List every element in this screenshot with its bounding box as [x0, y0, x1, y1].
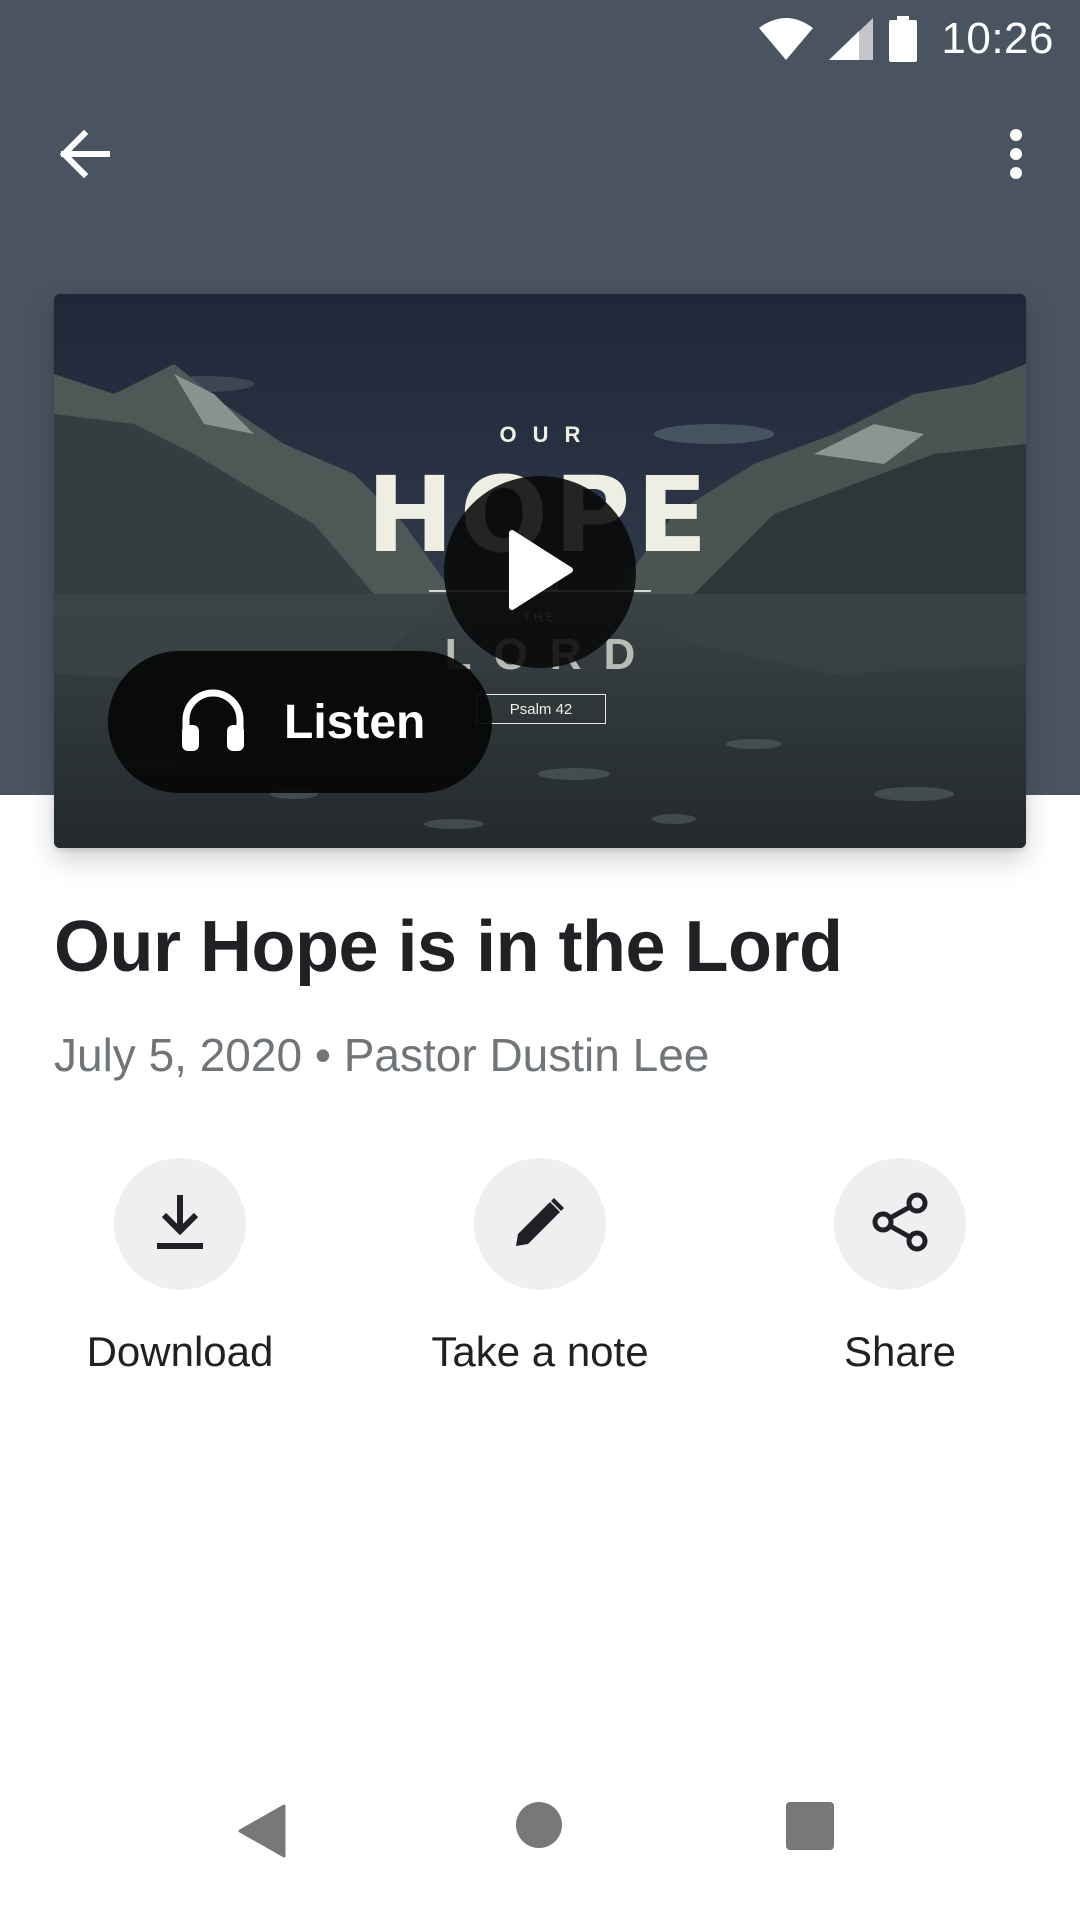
sermon-meta: July 5, 2020 • Pastor Dustin Lee: [54, 1029, 710, 1081]
system-nav-bar: [0, 1800, 1080, 1890]
play-icon: [506, 529, 574, 616]
take-note-button-circle[interactable]: [474, 1158, 606, 1290]
share-icon: [871, 1192, 929, 1257]
download-icon: [155, 1193, 205, 1256]
pencil-icon: [514, 1196, 566, 1253]
share-button[interactable]: Share: [750, 1158, 1050, 1376]
nav-back-triangle-icon: [238, 1804, 286, 1862]
share-label: Share: [843, 1328, 957, 1375]
more-options-button[interactable]: [992, 116, 1040, 196]
download-button-circle[interactable]: [114, 1158, 246, 1290]
headphones-icon: [180, 687, 246, 758]
share-button-circle[interactable]: [834, 1158, 966, 1290]
status-bar: 10:26: [0, 0, 1080, 78]
sermon-artwork[interactable]: OUR HOPE IS IN THE LORD Psalm 42 Listen: [54, 294, 1026, 848]
wifi-icon: [759, 18, 814, 60]
battery-icon: [889, 16, 918, 62]
nav-home-button[interactable]: [516, 1802, 562, 1848]
listen-label: Listen: [284, 695, 426, 749]
signal-icon: [829, 18, 874, 60]
arrow-left-icon: [58, 129, 111, 183]
listen-button[interactable]: Listen: [108, 651, 492, 793]
nav-back-button[interactable]: [238, 1804, 286, 1863]
status-time: 10:26: [941, 14, 1054, 63]
back-button[interactable]: [40, 116, 128, 196]
more-vert-icon: [1009, 128, 1023, 184]
download-label: Download: [86, 1328, 274, 1375]
nav-recents-button[interactable]: [786, 1802, 834, 1850]
sermon-title: Our Hope is in the Lord: [54, 907, 843, 987]
app-bar: [0, 100, 1080, 212]
artwork-reference: Psalm 42: [476, 694, 606, 724]
play-button[interactable]: [444, 476, 636, 668]
download-button[interactable]: Download: [30, 1158, 330, 1376]
take-note-label: Take a note: [431, 1328, 649, 1375]
take-note-button[interactable]: Take a note: [390, 1158, 690, 1376]
artwork-text-our: OUR: [499, 422, 597, 447]
